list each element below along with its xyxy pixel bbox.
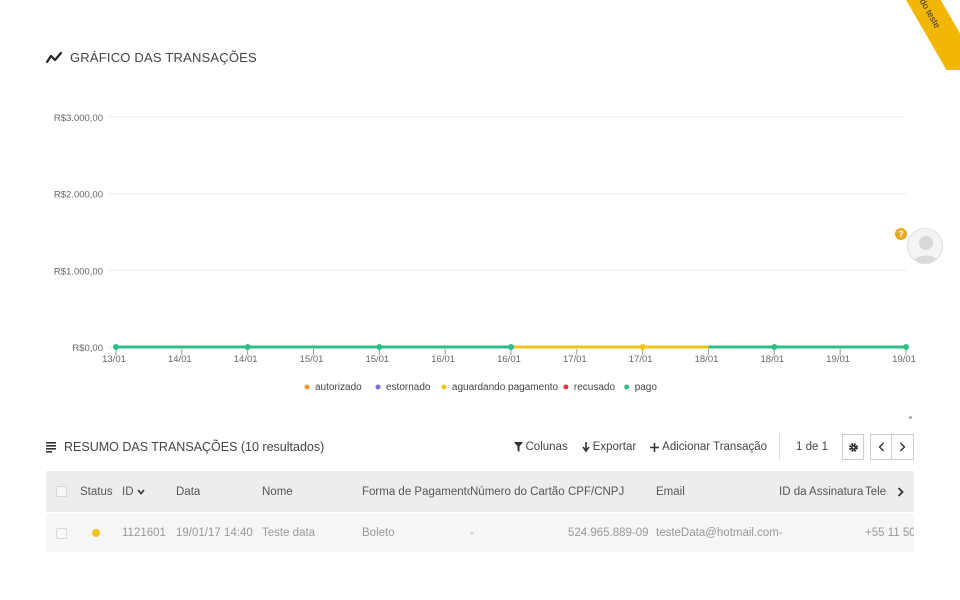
x-tick-label: 17/01 — [629, 354, 653, 365]
x-tick-label: 18/01 — [760, 354, 784, 365]
legend-marker — [375, 384, 381, 390]
columns-label: Colunas — [525, 441, 568, 453]
pagination: 1 de 1 — [779, 434, 914, 460]
col-email[interactable]: Email — [656, 486, 779, 498]
gear-icon — [848, 442, 858, 452]
x-tick-label: 19/01 — [892, 354, 916, 365]
data-point — [508, 344, 514, 350]
status-dot — [92, 529, 100, 537]
legend-label: aguardando pagamento — [452, 382, 559, 393]
table-toolbar: Colunas Exportar Adicionar Transação 1 d… — [513, 434, 914, 460]
legend-marker — [563, 384, 569, 390]
row-checkbox[interactable] — [56, 527, 67, 539]
col-id[interactable]: ID — [122, 486, 176, 498]
y-tick-label: R$1.000,00 — [54, 266, 103, 277]
row-numero-cartao: - — [470, 527, 474, 539]
x-tick-label: 14/01 — [234, 354, 258, 365]
x-tick-label: 16/01 — [431, 354, 455, 365]
col-nome[interactable]: Nome — [262, 486, 362, 498]
col-forma-pagamento[interactable]: Forma de Pagamento — [362, 486, 470, 498]
legend-marker — [304, 384, 310, 390]
x-tick-label: 18/01 — [695, 354, 719, 365]
row-id-assinatura: - — [779, 527, 783, 539]
data-point — [903, 344, 909, 350]
col-id-assinatura[interactable]: ID da Assinatura — [779, 486, 865, 498]
list-icon — [46, 441, 56, 453]
transactions-table: Status ID Data Nome Forma de Pagamento N… — [46, 471, 914, 552]
x-tick-label: 15/01 — [300, 354, 324, 365]
y-tick-label: R$0,00 — [72, 343, 103, 354]
add-transaction-label: Adicionar Transação — [662, 441, 768, 453]
table-title-group: RESUMO DAS TRANSAÇÕES (10 resultados) — [46, 440, 324, 454]
col-status[interactable]: Status — [80, 486, 122, 498]
col-data[interactable]: Data — [176, 486, 262, 498]
col-numero-cartao[interactable]: Número do Cartão — [470, 486, 568, 498]
x-tick-label: 19/01 — [826, 354, 850, 365]
legend-marker — [624, 384, 630, 390]
decorative-dot — [909, 416, 912, 419]
table-title: RESUMO DAS TRANSAÇÕES (10 resultados) — [64, 440, 325, 454]
x-tick-label: 15/01 — [365, 354, 389, 365]
chart-title: GRÁFICO DAS TRANSAÇÕES — [70, 50, 257, 65]
y-tick-label: R$3.000,00 — [54, 113, 103, 124]
row-id[interactable]: 1121601 — [122, 527, 176, 539]
row-telefone: +55 11 50 — [865, 527, 914, 539]
select-all-checkbox[interactable] — [56, 486, 67, 497]
plus-icon — [650, 442, 660, 452]
col-id-label: ID — [122, 485, 134, 498]
user-silhouette-icon — [913, 236, 939, 263]
legend-label: estornado — [386, 382, 431, 393]
question-icon[interactable]: ? — [895, 228, 907, 240]
add-transaction-button[interactable]: Adicionar Transação — [650, 441, 767, 453]
data-point — [244, 344, 251, 350]
x-tick-label: 14/01 — [168, 354, 192, 365]
legend-label: recusado — [574, 382, 616, 393]
export-label: Exportar — [592, 441, 637, 453]
transactions-chart: R$0,00 R$1.000,00 R$2.000,00 R$3.000,00 13/0… — [54, 113, 916, 393]
chevron-right-icon — [897, 486, 904, 497]
scroll-columns-right[interactable] — [887, 486, 914, 497]
chevron-right-icon — [900, 442, 906, 452]
row-select-cell — [46, 527, 80, 539]
legend-label: autorizado — [315, 382, 362, 393]
table-header-row: Status ID Data Nome Forma de Pagamento N… — [46, 471, 914, 512]
export-button[interactable]: Exportar — [582, 441, 636, 453]
data-point — [639, 344, 646, 350]
row-status-cell — [80, 529, 122, 537]
row-nome: Teste data — [262, 527, 316, 539]
page-indicator: 1 de 1 — [796, 441, 828, 453]
chevron-left-icon — [878, 442, 884, 452]
avatar[interactable] — [907, 228, 943, 264]
select-all-cell — [46, 486, 80, 497]
table-row[interactable]: 1121601 19/01/17 14:40 Teste data Boleto… — [46, 514, 914, 552]
data-point — [376, 344, 383, 350]
x-tick-label: 13/01 — [102, 354, 126, 365]
table-header-bar: RESUMO DAS TRANSAÇÕES (10 resultados) Co… — [46, 432, 914, 462]
legend-marker — [441, 384, 447, 390]
x-tick-label: 17/01 — [563, 354, 587, 365]
download-icon — [582, 441, 590, 452]
settings-button[interactable] — [842, 434, 864, 460]
transactions-summary: RESUMO DAS TRANSAÇÕES (10 resultados) Co… — [46, 432, 914, 552]
data-point — [113, 344, 119, 350]
row-email: testeData@hotmail.com — [656, 527, 779, 539]
col-cpf-cnpj[interactable]: CPF/CNPJ — [568, 486, 656, 498]
page-nav — [870, 434, 914, 460]
y-tick-label: R$2.000,00 — [54, 190, 103, 201]
columns-button[interactable]: Colunas — [513, 441, 568, 453]
next-page-button[interactable] — [892, 434, 914, 460]
legend-label: pago — [635, 382, 658, 393]
test-mode-ribbon: modo teste — [900, 0, 960, 70]
prev-page-button[interactable] — [870, 434, 892, 460]
line-chart-icon — [46, 51, 62, 63]
col-telefone[interactable]: Tele — [865, 486, 887, 498]
x-tick-label: 16/01 — [497, 354, 521, 365]
filter-icon — [513, 442, 523, 452]
sort-down-icon — [136, 488, 145, 495]
data-point — [771, 344, 778, 350]
row-forma-pagamento: Boleto — [362, 527, 395, 539]
row-data: 19/01/17 14:40 — [176, 527, 253, 539]
chart-header: GRÁFICO DAS TRANSAÇÕES — [46, 50, 257, 65]
row-cpf-cnpj: 524.965.889-09 — [568, 527, 649, 539]
